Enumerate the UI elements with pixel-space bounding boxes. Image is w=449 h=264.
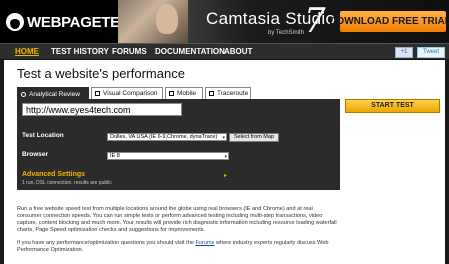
start-test-button[interactable]: START TEST (345, 99, 440, 113)
download-free-trial-button[interactable]: DOWNLOAD FREE TRIAL › (329, 11, 449, 32)
nav-documentation[interactable]: DOCUMENTATION (155, 47, 225, 56)
traceroute-icon (209, 91, 214, 96)
tab-visual-comparison[interactable]: Visual Comparison (91, 87, 163, 99)
main-nav: HOME TEST HISTORY FORUMS DOCUMENTATION A… (0, 43, 449, 60)
browser-label: Browser (22, 151, 49, 158)
ad-version: 7 (304, 1, 326, 41)
browser-value: IE 8 (110, 153, 120, 159)
chevron-down-icon: ▾ (224, 154, 227, 160)
expand-arrow-icon[interactable]: ▸ (224, 172, 227, 179)
tab-label: Visual Comparison (103, 90, 158, 97)
tab-mobile[interactable]: Mobile (165, 87, 203, 99)
logo-icon (6, 13, 24, 31)
intro-paragraph: Run a free website speed test from multi… (17, 206, 337, 233)
chevron-down-icon: ▾ (222, 135, 225, 141)
tab-label: Analytical Review (29, 90, 80, 98)
forums-paragraph: If you have any performance/optimization… (17, 240, 337, 254)
mobile-icon (169, 91, 174, 96)
nav-forums[interactable]: FORUMS (112, 47, 147, 56)
advanced-settings-link[interactable]: Advanced Settings (22, 171, 85, 178)
select-from-map-button[interactable]: Select from Map (229, 133, 279, 142)
nav-about[interactable]: ABOUT (224, 47, 252, 56)
browser-select[interactable]: IE 8 ▾ (107, 152, 229, 160)
visual-icon (95, 91, 100, 96)
plus-one-button[interactable]: +1 (395, 47, 413, 58)
url-input[interactable] (22, 103, 182, 116)
nav-test-history[interactable]: TEST HISTORY (51, 47, 109, 56)
tab-traceroute[interactable]: Traceroute (205, 87, 251, 99)
forums-link[interactable]: Forums (195, 240, 214, 246)
test-location-label: Test Location (22, 132, 64, 139)
page-title: Test a website's performance (17, 66, 185, 81)
main-content: Test a website's performance Analytical … (4, 60, 445, 264)
tab-label: Mobile (177, 90, 197, 97)
test-location-select[interactable]: Dulles, VA USA (IE 6-9,Chrome, dynaTrace… (107, 133, 227, 141)
top-banner: WEBPAGETEST Camtasia Studio 7 by TechSmi… (0, 0, 449, 43)
forums-text-pre: If you have any performance/optimization… (17, 240, 196, 246)
tab-label: Traceroute (217, 90, 249, 97)
test-location-value: Dulles, VA USA (IE 6-9,Chrome, dynaTrace… (110, 134, 218, 140)
ad-byline: by TechSmith (268, 30, 304, 36)
ad-photo (118, 0, 188, 43)
analytical-icon (21, 91, 26, 97)
tweet-button[interactable]: Tweet (417, 47, 445, 58)
test-form-panel: Test Location Dulles, VA USA (IE 6-9,Chr… (17, 99, 340, 190)
nav-home[interactable]: HOME (15, 47, 39, 56)
advanced-settings-summary: 1 run, DSL connection, results are publi… (22, 180, 112, 186)
advertisement-banner[interactable]: Camtasia Studio 7 by TechSmith DOWNLOAD … (118, 0, 449, 43)
